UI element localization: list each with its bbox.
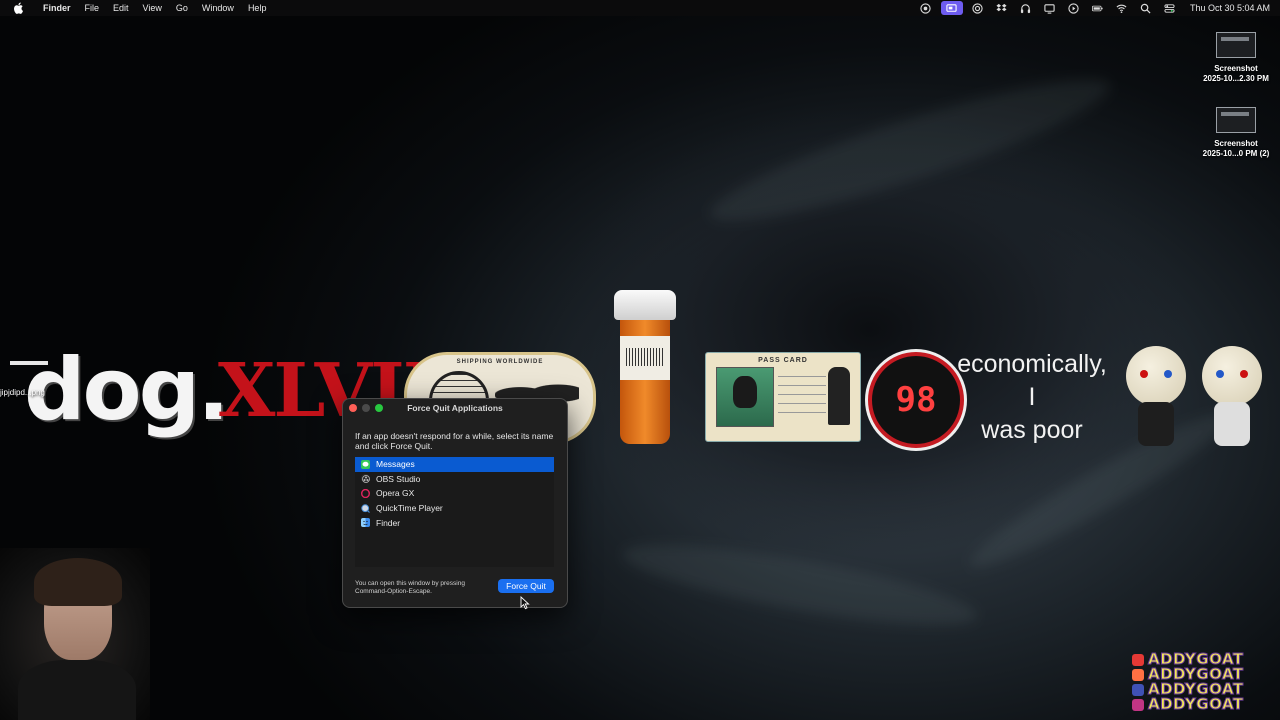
wallpaper-streak: [701, 56, 1119, 244]
app-name: OBS Studio: [376, 473, 421, 484]
figurine-body: [1214, 402, 1250, 446]
spotlight-search-icon[interactable]: [1137, 1, 1155, 15]
force-quit-footnote: You can open this window by pressing Com…: [355, 580, 465, 595]
display-icon[interactable]: [1041, 1, 1059, 15]
desktop-file-screenshot-1[interactable]: Screenshot 2025-10...2.30 PM: [1191, 32, 1280, 84]
figurine-eye: [1164, 370, 1172, 378]
menu-app-finder[interactable]: Finder: [36, 0, 78, 16]
recording-status-icon[interactable]: [917, 1, 935, 15]
force-quit-button[interactable]: Force Quit: [498, 579, 554, 593]
menu-bar: Finder File Edit View Go Window Help Thu…: [0, 0, 1280, 16]
menubar-clock[interactable]: Thu Oct 30 5:04 AM: [1190, 3, 1270, 13]
wallpaper-streak: [618, 529, 982, 641]
file-thumbnail: [1216, 32, 1256, 58]
file-name-line1: Screenshot: [1214, 139, 1258, 148]
app-list[interactable]: Messages OBS Studio Opera GX QuickTime P…: [355, 457, 554, 567]
file-name-line2: 2025-10...0 PM (2): [1202, 149, 1270, 158]
figurine-left: [1122, 346, 1190, 450]
menu-help[interactable]: Help: [241, 0, 274, 16]
menu-file[interactable]: File: [78, 0, 107, 16]
battery-icon[interactable]: [1089, 1, 1107, 15]
stamp-text: SHIPPING WORLDWIDE: [456, 359, 544, 365]
figurine-body: [1138, 402, 1174, 446]
youtube-icon: [1132, 653, 1144, 666]
social-row-instagram: ADDYGOAT: [1132, 695, 1272, 713]
quote-line-1: economically,: [957, 350, 1107, 378]
figurine-eye: [1216, 370, 1224, 378]
app-list-item-finder[interactable]: Finder: [355, 515, 554, 530]
pass-card-figure: [828, 367, 850, 425]
figurine-head: [1126, 346, 1186, 406]
mouse-cursor-icon: [520, 595, 530, 610]
badge-98: 98: [868, 352, 964, 448]
app-list-item-obs-studio[interactable]: OBS Studio: [355, 472, 554, 487]
pass-card-photo: [716, 367, 774, 427]
window-title: Force Quit Applications: [407, 403, 503, 413]
screen-mirroring-icon[interactable]: [940, 1, 963, 15]
apple-menu-icon[interactable]: [12, 1, 26, 15]
webcam-person-hair: [34, 558, 122, 606]
app-list-item-messages[interactable]: Messages: [355, 457, 554, 472]
desktop-file-label[interactable]: jipjdipd...png: [0, 388, 45, 397]
force-quit-description: If an app doesn't respond for a while, s…: [355, 431, 554, 451]
webcam-person-shirt: [18, 660, 136, 720]
app-name: Opera GX: [376, 488, 415, 499]
soundcloud-icon: [1132, 668, 1144, 681]
pill-bottle-image: [614, 290, 676, 446]
pass-card-lines: [778, 371, 826, 421]
pass-card-title: PASS CARD: [758, 357, 808, 364]
app-name: Finder: [376, 517, 401, 528]
finder-icon: [361, 518, 370, 528]
menu-view[interactable]: View: [136, 0, 169, 16]
app-list-item-quicktime-player[interactable]: QuickTime Player: [355, 501, 554, 516]
dropbox-icon[interactable]: [993, 1, 1011, 15]
pill-bottle-cap: [614, 290, 676, 320]
figurine-eye: [1240, 370, 1248, 378]
social-handle: ADDYGOAT: [1148, 695, 1244, 713]
file-name-line1: Screenshot: [1214, 64, 1258, 73]
dog-logo-text: dog.: [24, 340, 230, 440]
desktop-file-screenshot-2[interactable]: Screenshot 2025-10...0 PM (2): [1191, 107, 1280, 159]
play-icon[interactable]: [1065, 1, 1083, 15]
headphones-icon[interactable]: [1017, 1, 1035, 15]
social-handles-watermark: ADDYGOAT ADDYGOAT ADDYGOAT ADDYGOAT: [1132, 651, 1272, 713]
discord-icon: [1132, 683, 1144, 696]
figurine-eye: [1140, 370, 1148, 378]
wifi-icon[interactable]: [1113, 1, 1131, 15]
opera-gx-icon: [361, 488, 370, 498]
creative-cloud-icon[interactable]: [969, 1, 987, 15]
messages-icon: [361, 459, 370, 469]
obs-icon: [361, 474, 370, 484]
file-thumbnail: [1216, 107, 1256, 133]
app-list-item-opera-gx[interactable]: Opera GX: [355, 486, 554, 501]
quote-line-3: was poor: [981, 416, 1083, 444]
menu-go[interactable]: Go: [169, 0, 195, 16]
pill-bottle-label: [620, 336, 670, 380]
pass-card-image: PASS CARD: [705, 352, 861, 442]
force-quit-window: Force Quit Applications If an app doesn'…: [342, 398, 568, 608]
quote-line-2: I: [1028, 383, 1036, 411]
file-name-line2: 2025-10...2.30 PM: [1203, 74, 1269, 83]
quicktime-icon: [361, 503, 370, 513]
menu-window[interactable]: Window: [195, 0, 241, 16]
quote-text: economically, I was poor: [952, 348, 1112, 447]
instagram-icon: [1132, 698, 1144, 711]
figurine-head: [1202, 346, 1262, 406]
webcam-feed: [0, 548, 150, 720]
app-name: QuickTime Player: [376, 503, 443, 514]
window-titlebar[interactable]: Force Quit Applications: [343, 399, 567, 417]
figurine-right: [1198, 346, 1266, 450]
control-center-icon[interactable]: [1161, 1, 1179, 15]
menu-edit[interactable]: Edit: [106, 0, 136, 16]
app-name: Messages: [376, 459, 415, 470]
